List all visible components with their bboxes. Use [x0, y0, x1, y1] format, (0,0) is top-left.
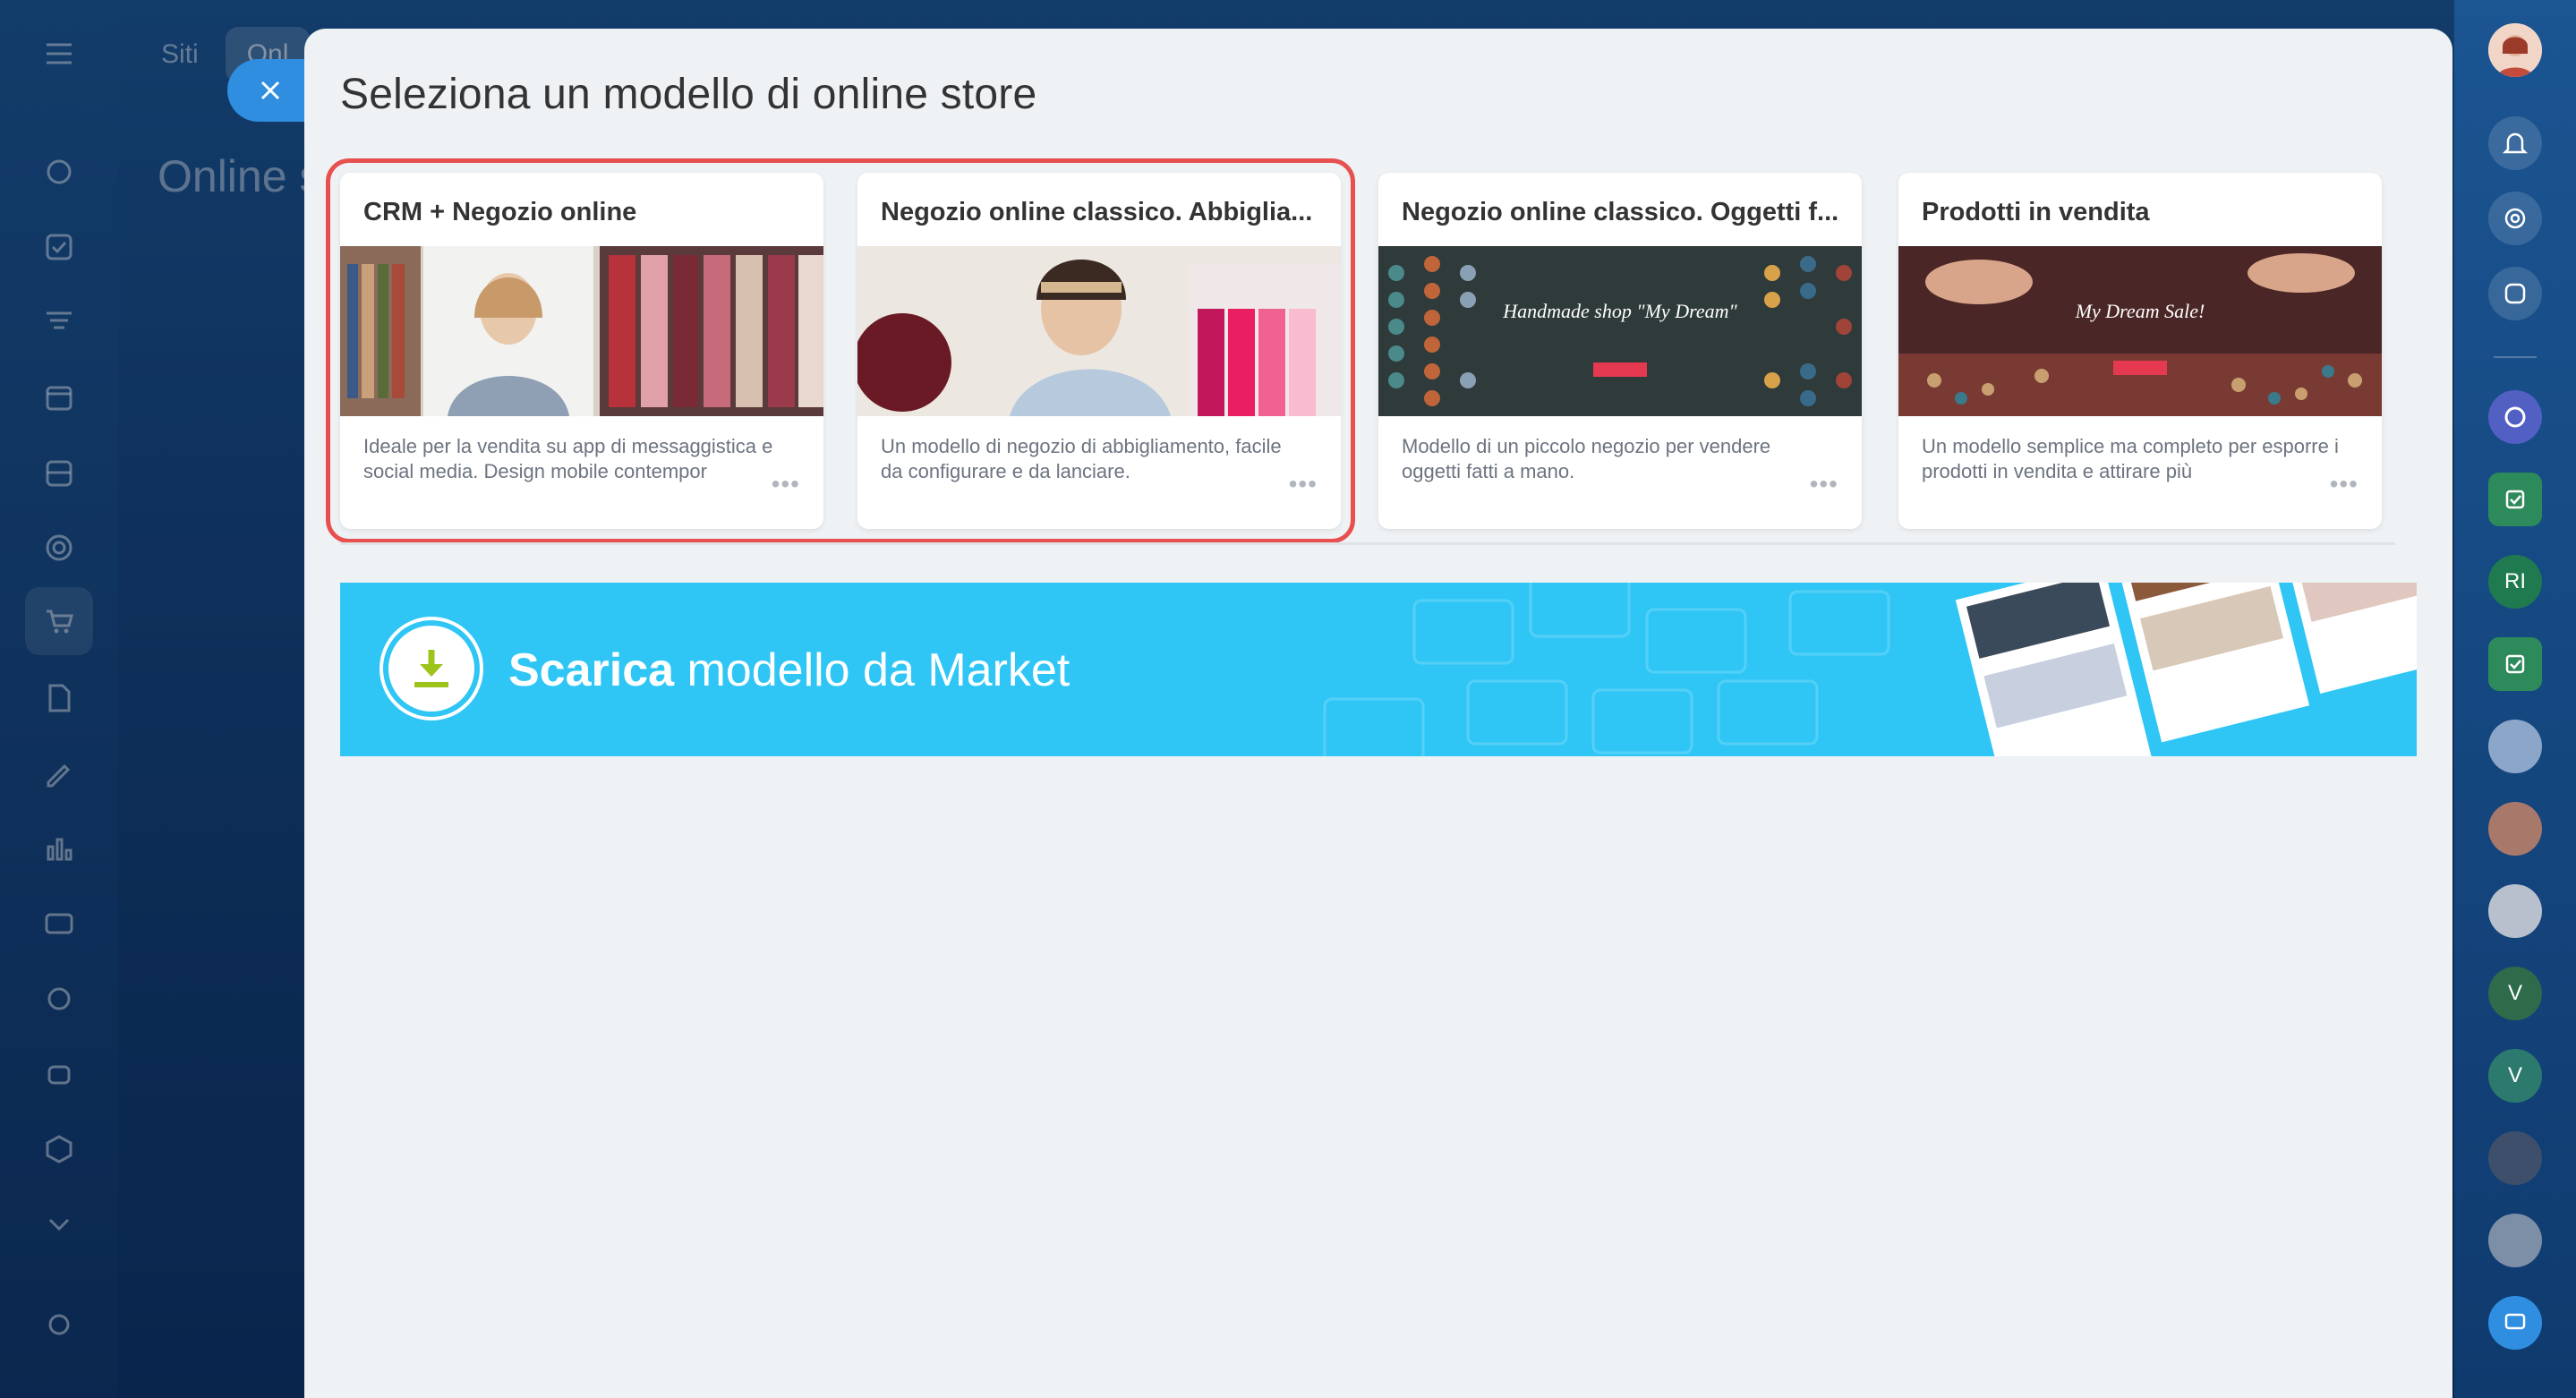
section-divider	[340, 542, 2395, 545]
card-more-button[interactable]: •••	[1810, 470, 1838, 499]
card-title: Prodotti in vendita	[1922, 198, 2150, 226]
template-card-classic-clothing[interactable]: Negozio online classico. Abbiglia... Un …	[857, 173, 1341, 529]
sync-icon[interactable]	[2488, 267, 2542, 320]
close-button[interactable]	[227, 59, 313, 122]
initials-v-label: V	[2507, 981, 2522, 1005]
tasks-group-icon[interactable]	[2488, 473, 2542, 526]
user-avatar-4[interactable]	[2488, 1131, 2542, 1185]
card-preview-image: Handmade shop "My Dream"	[1378, 246, 1862, 416]
card-image-caption: Handmade shop "My Dream"	[1502, 300, 1737, 322]
copilot-icon[interactable]	[2488, 390, 2542, 444]
market-download-banner[interactable]: Scarica modello da Market	[340, 583, 2417, 756]
banner-label-bold: Scarica	[508, 644, 675, 696]
chat-bubble-icon[interactable]	[2488, 1296, 2542, 1350]
card-image-caption: My Dream Sale!	[2075, 300, 2205, 322]
banner-label-rest: modello da Market	[674, 644, 1070, 696]
card-title: Negozio online classico. Abbiglia...	[881, 198, 1313, 226]
chat-initials-v[interactable]: V	[2488, 967, 2542, 1020]
user-avatar-5[interactable]	[2488, 1214, 2542, 1267]
group-avatar-1[interactable]	[2488, 720, 2542, 773]
card-title: CRM + Negozio online	[363, 198, 637, 226]
template-slider-panel: Seleziona un modello di online store CRM…	[304, 29, 2452, 1398]
card-more-button[interactable]: •••	[2330, 470, 2358, 499]
banner-label: Scarica modello da Market	[508, 644, 1070, 697]
card-preview-image	[857, 246, 1341, 416]
download-button-circle	[380, 617, 483, 720]
user-avatar-2[interactable]	[2488, 802, 2542, 856]
right-sidebar: RI V V	[2454, 0, 2576, 1398]
chat-initials-v-2[interactable]: V	[2488, 1049, 2542, 1103]
initials-ri-label: RI	[2504, 569, 2526, 593]
template-card-handmade[interactable]: Negozio online classico. Oggetti f... Ha…	[1378, 173, 1862, 529]
card-preview-image	[340, 246, 823, 416]
user-avatar-3[interactable]	[2488, 884, 2542, 938]
chat-initials-ri[interactable]: RI	[2488, 555, 2542, 609]
template-card-crm-online-store[interactable]: CRM + Negozio online Ideale per la vendi…	[340, 173, 823, 529]
card-description: Un modello di negozio di abbigliamento, …	[881, 435, 1282, 482]
card-preview-image: My Dream Sale!	[1898, 246, 2382, 416]
slider-title: Seleziona un modello di online store	[340, 71, 1037, 118]
user-avatar[interactable]	[2488, 23, 2542, 77]
bell-icon[interactable]	[2488, 116, 2542, 170]
download-icon	[414, 650, 448, 687]
rail-separator	[2494, 356, 2537, 358]
card-description: Ideale per la vendita su app di messaggi…	[363, 435, 773, 482]
help-icon[interactable]	[2488, 192, 2542, 245]
close-icon	[260, 81, 280, 100]
tasks-group-icon-2[interactable]	[2488, 637, 2542, 691]
card-description: Modello di un piccolo negozio per vender…	[1402, 435, 1771, 482]
card-more-button[interactable]: •••	[772, 470, 800, 499]
initials-v-label-2: V	[2507, 1063, 2522, 1087]
card-description: Un modello semplice ma completo per espo…	[1922, 435, 2339, 482]
template-card-products-sale[interactable]: Prodotti in vendita My Dream Sale! Un mo…	[1898, 173, 2382, 529]
card-title: Negozio online classico. Oggetti f...	[1402, 198, 1839, 226]
card-more-button[interactable]: •••	[1289, 470, 1318, 499]
